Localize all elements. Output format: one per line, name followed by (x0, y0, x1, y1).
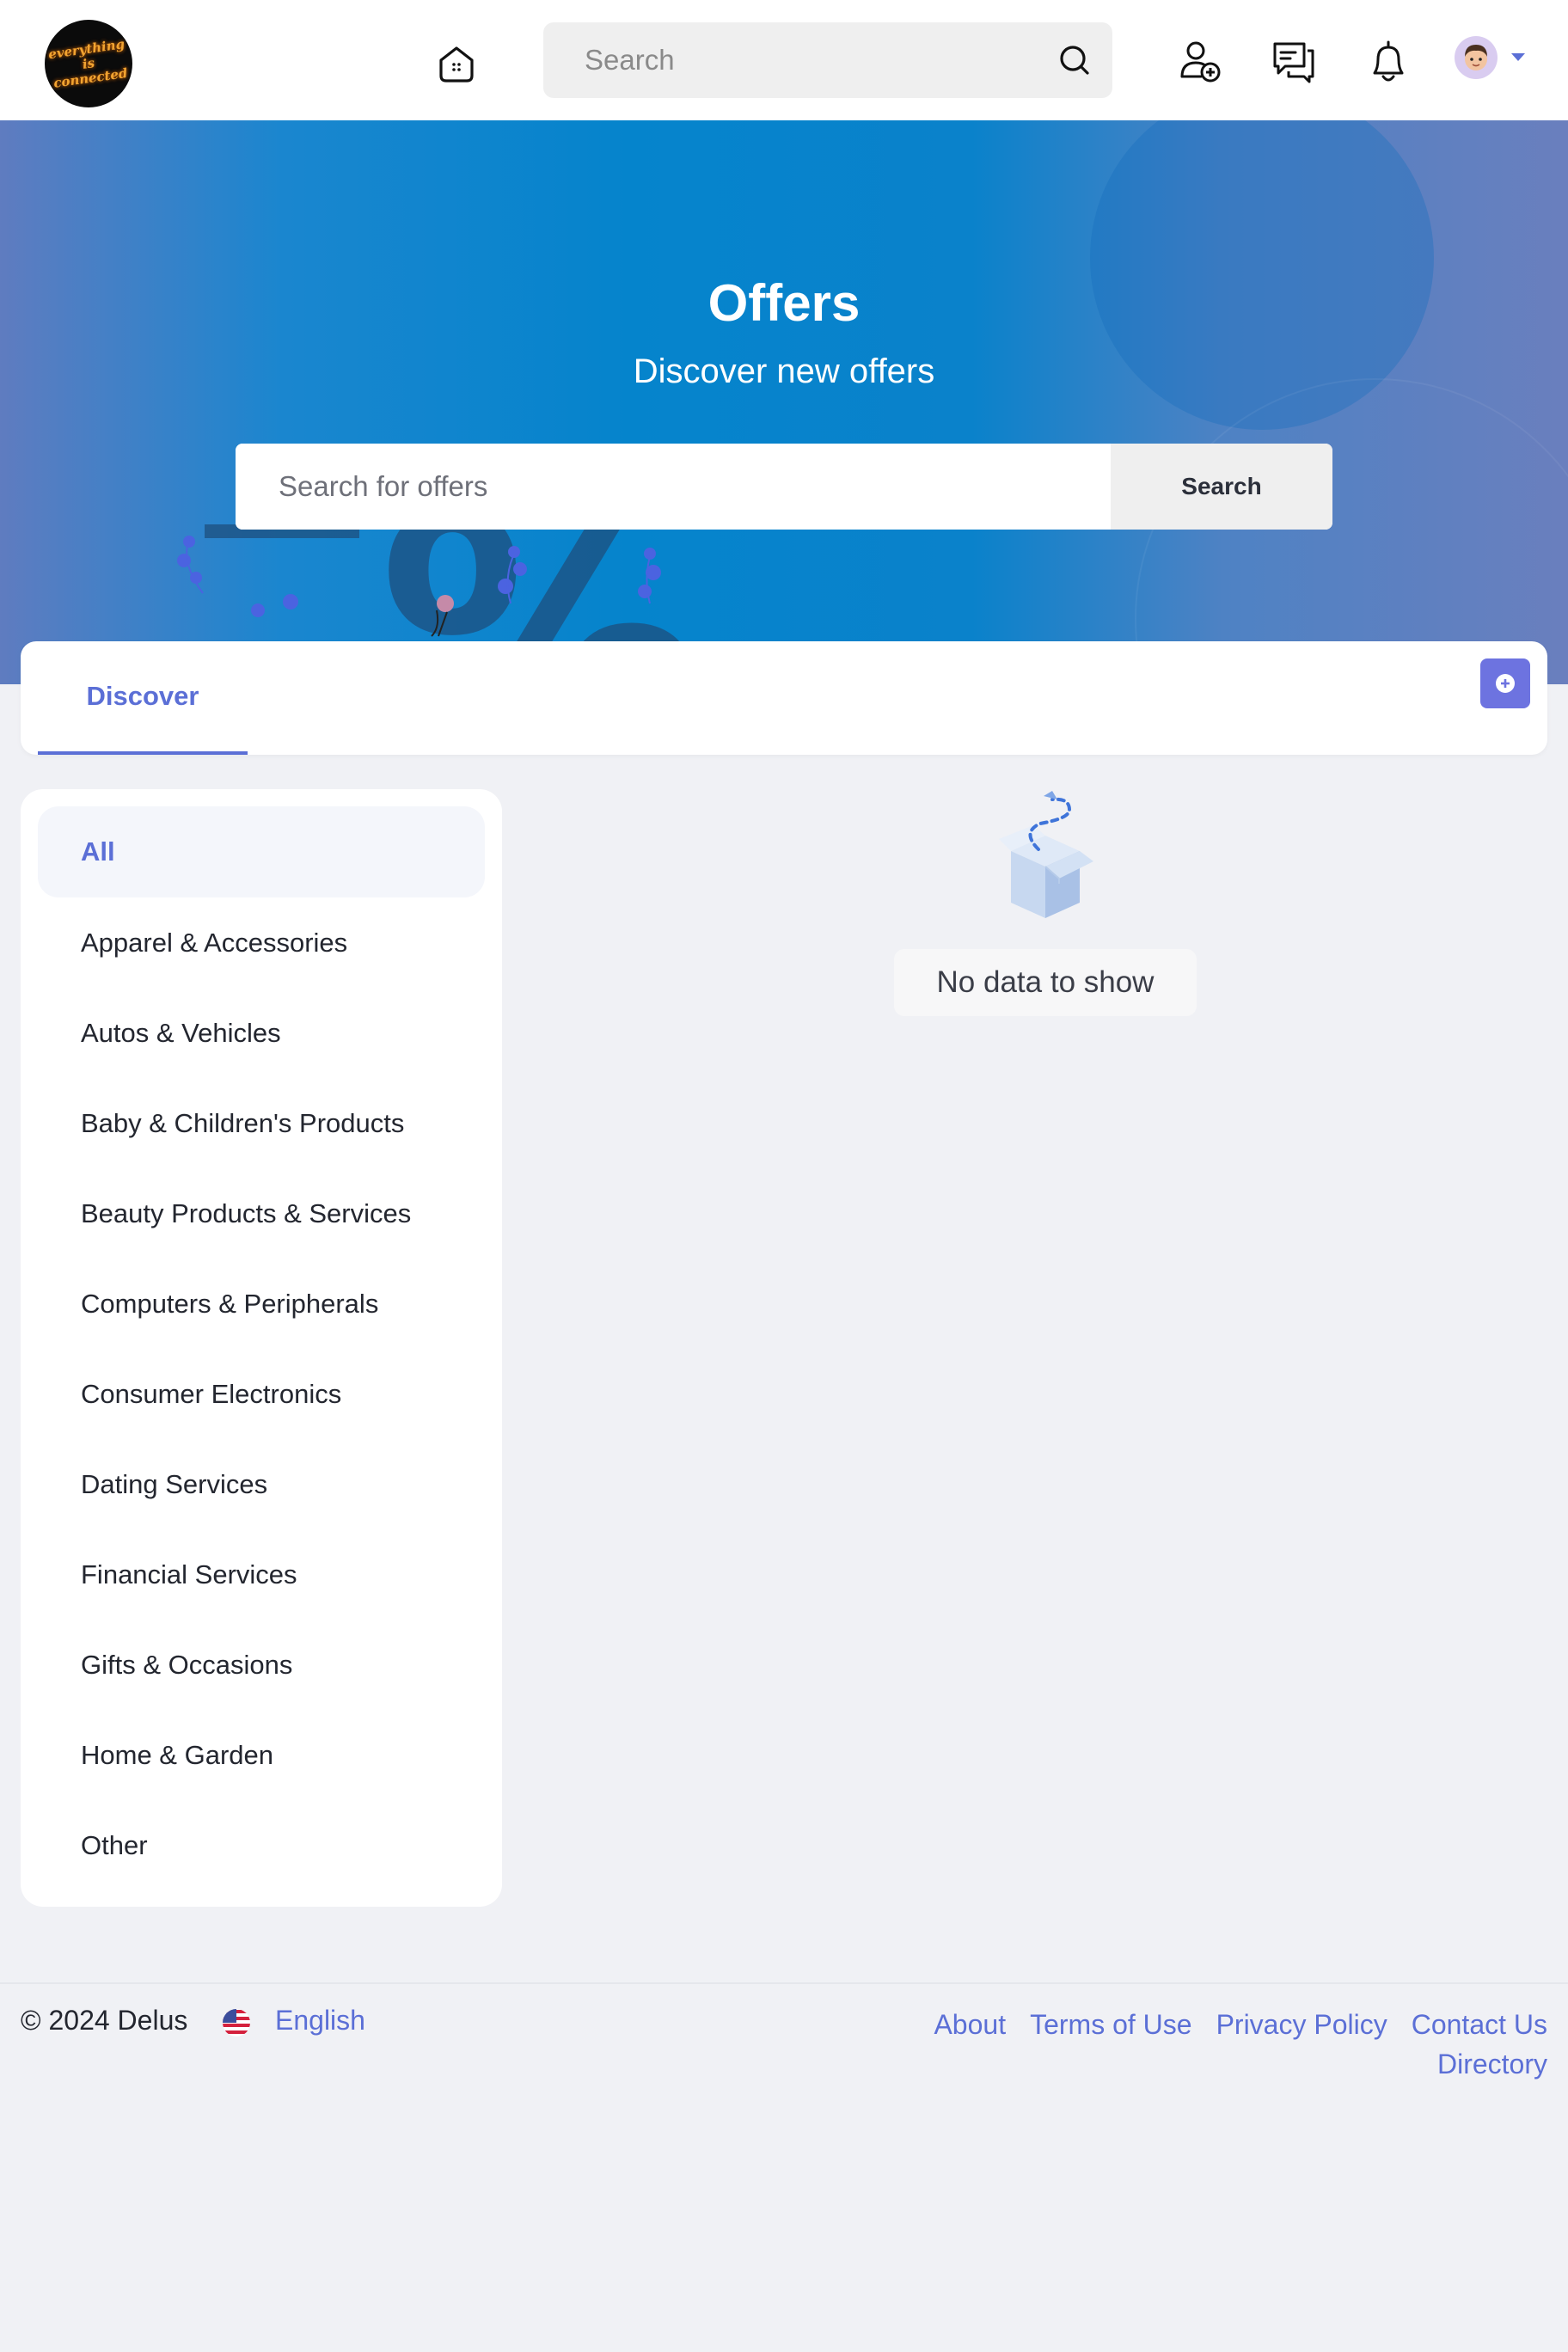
footer-link-contact[interactable]: Contact Us (1412, 2005, 1547, 2044)
offers-search-button[interactable]: Search (1111, 444, 1332, 530)
top-navbar: everything is connected (0, 0, 1568, 120)
us-flag-icon (223, 2009, 250, 2037)
plus-circle-icon (1496, 674, 1515, 693)
hero-banner: % Offers Discover new offers Search (0, 120, 1568, 684)
category-dating[interactable]: Dating Services (38, 1439, 485, 1530)
search-icon[interactable] (1056, 41, 1093, 79)
messages-button[interactable] (1269, 36, 1319, 86)
logo-text: everything is connected (47, 35, 129, 91)
global-search (543, 22, 1112, 98)
language-selector[interactable]: English (275, 2005, 365, 2037)
discount-illustration-icon: % (177, 444, 696, 684)
chevron-down-icon (1511, 53, 1525, 61)
footer-link-privacy[interactable]: Privacy Policy (1216, 2005, 1387, 2044)
category-computers[interactable]: Computers & Peripherals (38, 1259, 485, 1350)
decorative-ring (1135, 378, 1568, 684)
page-subtitle: Discover new offers (633, 352, 935, 390)
offers-search-input[interactable] (236, 444, 1111, 530)
category-home-garden[interactable]: Home & Garden (38, 1710, 485, 1801)
notifications-button[interactable] (1363, 36, 1413, 86)
empty-state-message: No data to show (894, 949, 1197, 1016)
site-logo[interactable]: everything is connected (45, 20, 132, 107)
tab-bar: Discover (21, 641, 1547, 755)
category-sidebar: All Apparel & Accessories Autos & Vehicl… (21, 789, 502, 1907)
footer-link-directory[interactable]: Directory (1437, 2044, 1547, 2084)
user-menu[interactable] (1453, 34, 1530, 83)
footer-links: About Terms of Use Privacy Policy Contact U… (774, 2005, 1547, 2084)
category-other[interactable]: Other (38, 1800, 485, 1891)
global-search-input[interactable] (543, 22, 1059, 98)
tab-discover[interactable]: Discover (38, 641, 248, 755)
category-financial[interactable]: Financial Services (38, 1529, 485, 1620)
category-beauty[interactable]: Beauty Products & Services (38, 1168, 485, 1259)
avatar (1455, 36, 1498, 79)
footer-divider (0, 1982, 1568, 1984)
footer-links-row2: Directory (774, 2044, 1547, 2084)
page-title: Offers (707, 274, 861, 332)
category-gifts[interactable]: Gifts & Occasions (38, 1620, 485, 1711)
home-icon (439, 46, 474, 83)
category-all[interactable]: All (38, 806, 485, 897)
category-electronics[interactable]: Consumer Electronics (38, 1349, 485, 1440)
category-baby[interactable]: Baby & Children's Products (38, 1078, 485, 1169)
category-autos[interactable]: Autos & Vehicles (38, 988, 485, 1079)
offers-search: Search (236, 444, 1332, 530)
footer-link-about[interactable]: About (934, 2005, 1006, 2044)
empty-box-icon (999, 791, 1093, 918)
footer-link-terms[interactable]: Terms of Use (1030, 2005, 1191, 2044)
messages-icon (1273, 42, 1314, 83)
add-offer-button[interactable] (1480, 658, 1530, 708)
bell-icon (1373, 40, 1404, 82)
add-user-icon (1180, 41, 1221, 83)
category-apparel[interactable]: Apparel & Accessories (38, 897, 485, 989)
add-friend-button[interactable] (1174, 36, 1224, 86)
copyright-text: © 2024 Delus (21, 2005, 188, 2036)
home-button[interactable] (432, 40, 481, 88)
